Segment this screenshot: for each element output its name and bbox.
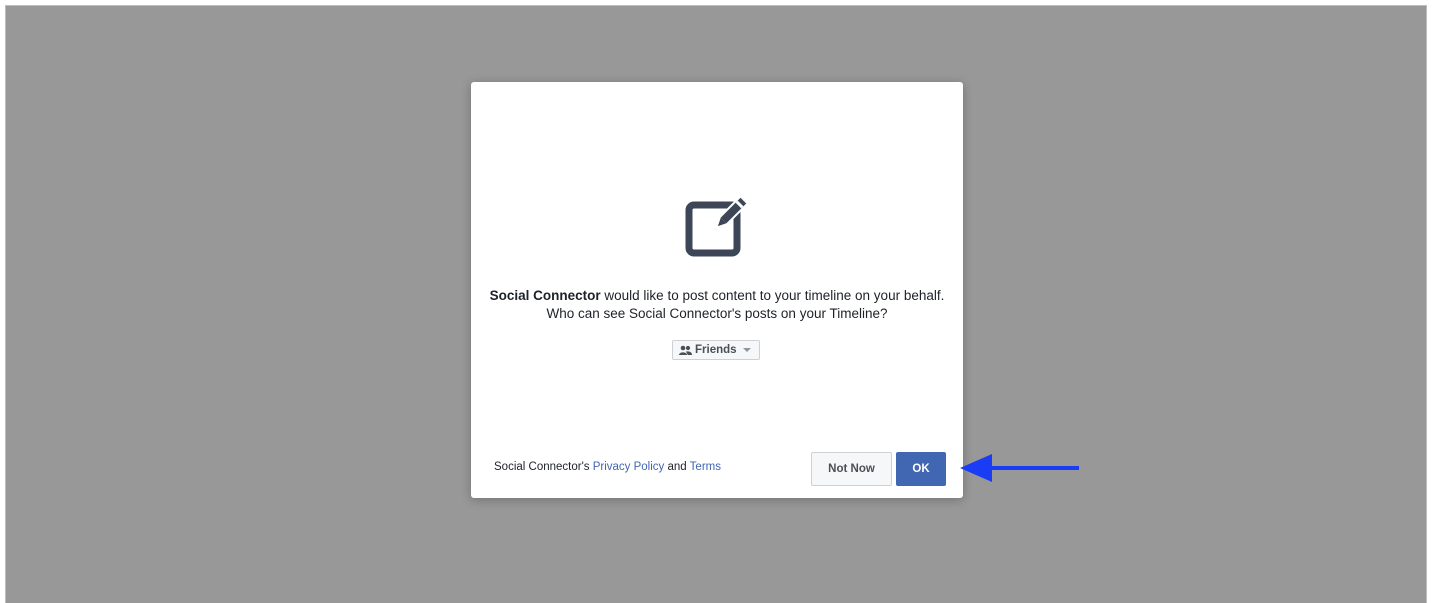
message-line-2: Who can see Social Connector's posts on … xyxy=(546,306,888,321)
friends-icon xyxy=(679,345,692,355)
policy-prefix: Social Connector's xyxy=(494,461,593,473)
policy-and: and xyxy=(664,461,690,473)
terms-link[interactable]: Terms xyxy=(690,461,721,473)
edit-post-icon xyxy=(685,194,747,257)
message-line-1: Social Connector would like to post cont… xyxy=(471,287,963,305)
permission-dialog: Social Connector would like to post cont… xyxy=(471,82,963,498)
message-line-1-text: would like to post content to your timel… xyxy=(600,288,945,303)
not-now-button[interactable]: Not Now xyxy=(811,452,892,486)
ok-button[interactable]: OK xyxy=(896,452,946,486)
permission-message: Social Connector would like to post cont… xyxy=(471,287,963,323)
privacy-policy-link[interactable]: Privacy Policy xyxy=(593,461,665,473)
audience-label: Friends xyxy=(695,344,737,356)
audience-selector[interactable]: Friends xyxy=(672,340,760,360)
chevron-down-icon xyxy=(742,348,751,352)
arrow-left-icon xyxy=(960,454,1079,482)
app-name: Social Connector xyxy=(489,288,601,303)
policy-text: Social Connector's Privacy Policy and Te… xyxy=(494,461,721,473)
